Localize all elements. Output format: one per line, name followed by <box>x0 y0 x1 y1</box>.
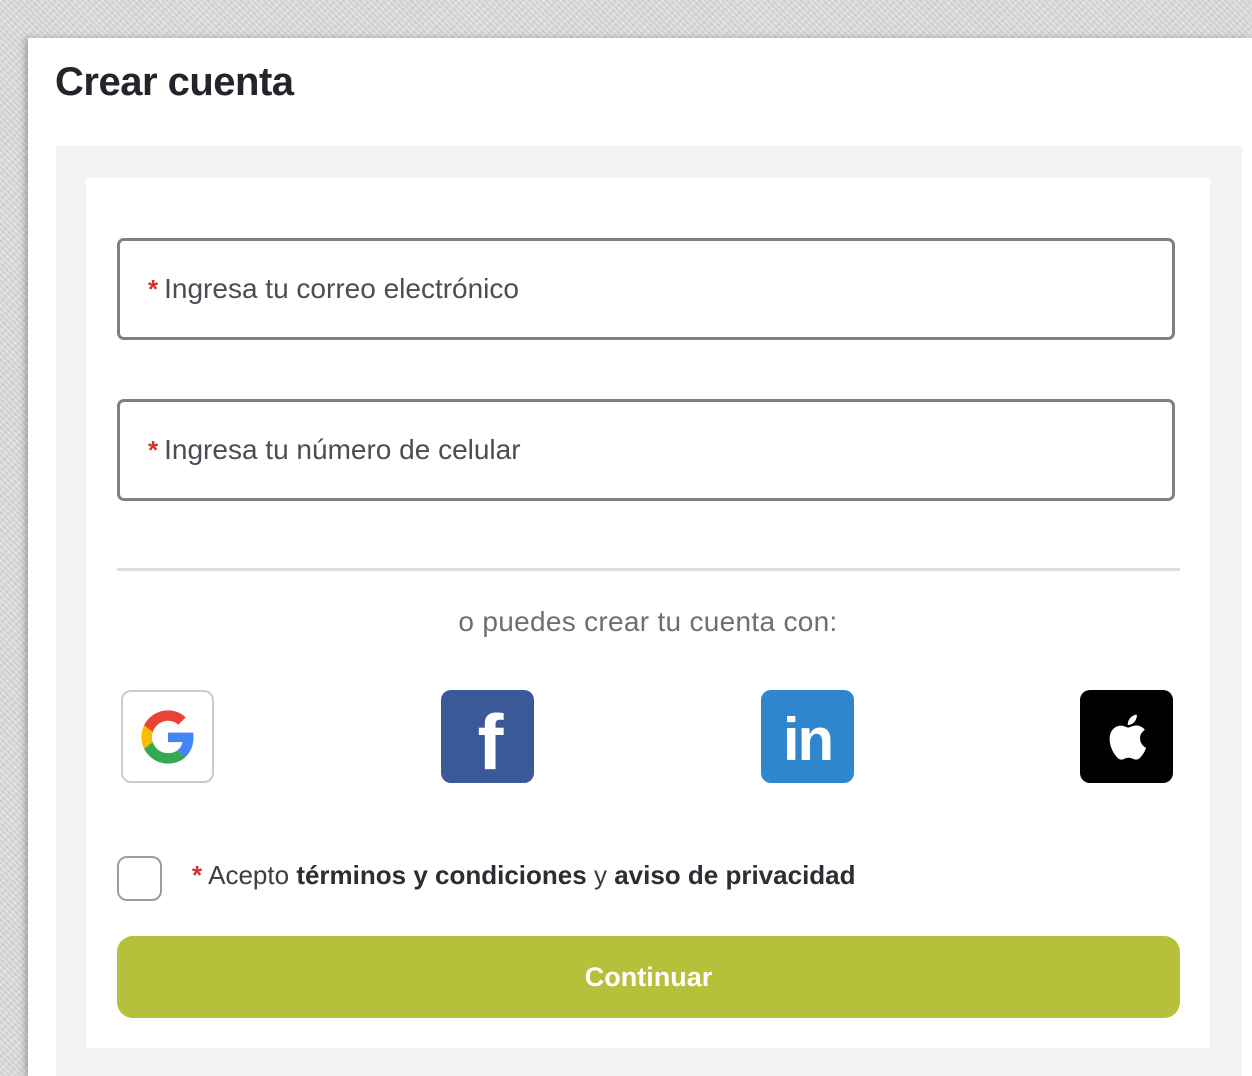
divider <box>117 568 1180 571</box>
required-mark: * <box>192 860 203 890</box>
facebook-signup-button[interactable]: f <box>441 690 534 783</box>
terms-checkbox[interactable] <box>117 856 162 901</box>
terms-prefix: Acepto <box>208 860 290 890</box>
google-icon <box>140 709 193 764</box>
continue-button[interactable]: Continuar <box>117 936 1180 1018</box>
required-mark: * <box>148 434 159 465</box>
form-card: * Ingresa tu correo electrónico * Ingres… <box>86 178 1210 1048</box>
social-signup-text: o puedes crear tu cuenta con: <box>458 606 838 637</box>
linkedin-signup-button[interactable]: in <box>761 690 854 783</box>
privacy-link[interactable]: aviso de privacidad <box>614 860 855 890</box>
terms-connector: y <box>593 860 607 890</box>
form-container: * Ingresa tu correo electrónico * Ingres… <box>56 146 1242 1076</box>
page-title: Crear cuenta <box>55 60 294 104</box>
terms-link[interactable]: términos y condiciones <box>296 860 586 890</box>
facebook-icon: f <box>477 697 504 786</box>
email-placeholder-text: Ingresa tu correo electrónico <box>164 273 519 304</box>
phone-field-placeholder: * Ingresa tu número de celular <box>148 402 521 498</box>
required-mark: * <box>148 273 159 304</box>
google-signup-button[interactable] <box>121 690 214 783</box>
email-field[interactable]: * Ingresa tu correo electrónico <box>117 238 1175 340</box>
phone-field[interactable]: * Ingresa tu número de celular <box>117 399 1175 501</box>
linkedin-icon: in <box>782 705 834 773</box>
apple-signup-button[interactable] <box>1080 690 1173 783</box>
apple-icon <box>1109 714 1146 760</box>
terms-text: * Acepto términos y condiciones y aviso d… <box>192 860 856 891</box>
email-field-placeholder: * Ingresa tu correo electrónico <box>148 241 519 337</box>
phone-placeholder-text: Ingresa tu número de celular <box>164 434 521 465</box>
create-account-panel: Crear cuenta * Ingresa tu correo electró… <box>28 38 1252 1076</box>
